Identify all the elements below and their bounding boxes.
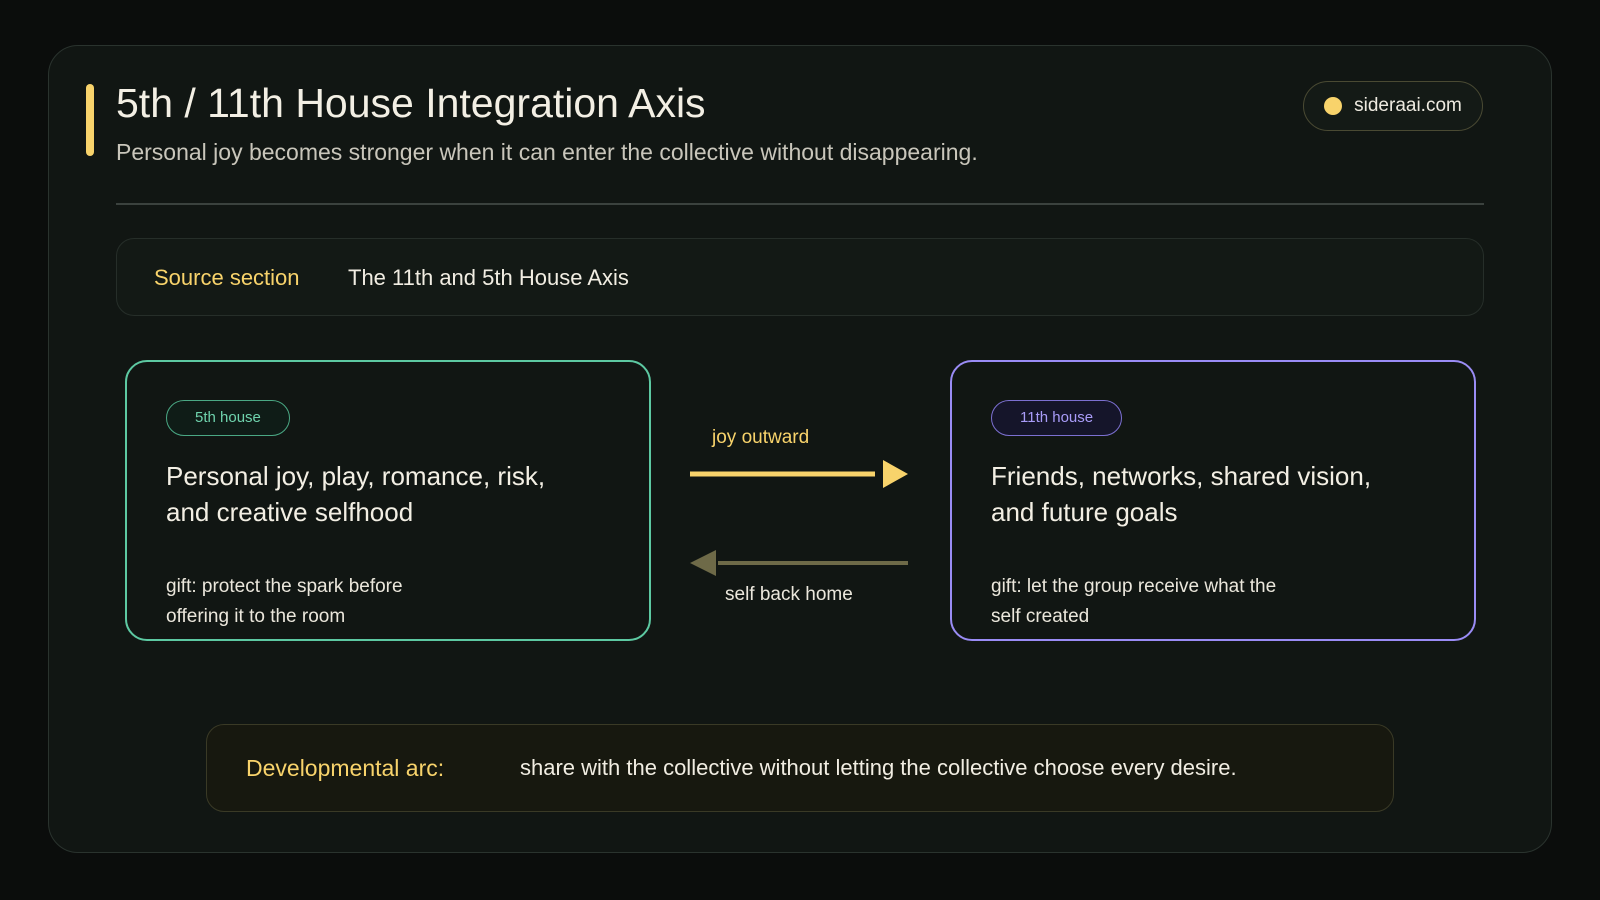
eleventh-house-gift: gift: let the group receive what the sel… bbox=[991, 576, 1277, 627]
eleventh-house-heading: Friends, networks, shared vision, and fu… bbox=[991, 461, 1372, 527]
source-section-value: The 11th and 5th House Axis bbox=[348, 265, 629, 290]
header-divider bbox=[116, 203, 1484, 205]
page-title: 5th / 11th House Integration Axis bbox=[116, 80, 706, 126]
developmental-arc-label: Developmental arc: bbox=[246, 755, 445, 781]
source-section-box bbox=[116, 238, 1484, 316]
source-section-label: Source section bbox=[154, 265, 300, 290]
fifth-house-heading: Personal joy, play, romance, risk, and c… bbox=[166, 461, 546, 527]
fifth-house-card: 5th house Personal joy, play, romance, r… bbox=[125, 360, 651, 641]
return-arrow-label: self back home bbox=[725, 584, 853, 605]
developmental-arc-text: share with the collective without lettin… bbox=[520, 755, 1237, 780]
brand-label: sideraai.com bbox=[1354, 95, 1462, 116]
eleventh-house-tag: 11th house bbox=[991, 400, 1123, 436]
page-subtitle: Personal joy becomes stronger when it ca… bbox=[116, 139, 978, 165]
outward-arrow-icon bbox=[690, 460, 908, 488]
fifth-house-tag: 5th house bbox=[166, 400, 290, 436]
brand-pill[interactable]: sideraai.com bbox=[1303, 81, 1483, 131]
eleventh-house-card: 11th house Friends, networks, shared vis… bbox=[950, 360, 1476, 641]
outward-arrow-label: joy outward bbox=[712, 427, 810, 448]
return-arrow-icon bbox=[690, 550, 908, 576]
title-accent-bar bbox=[86, 84, 94, 156]
brand-dot-icon bbox=[1324, 97, 1343, 115]
fifth-house-gift: gift: protect the spark before offering … bbox=[166, 576, 403, 627]
